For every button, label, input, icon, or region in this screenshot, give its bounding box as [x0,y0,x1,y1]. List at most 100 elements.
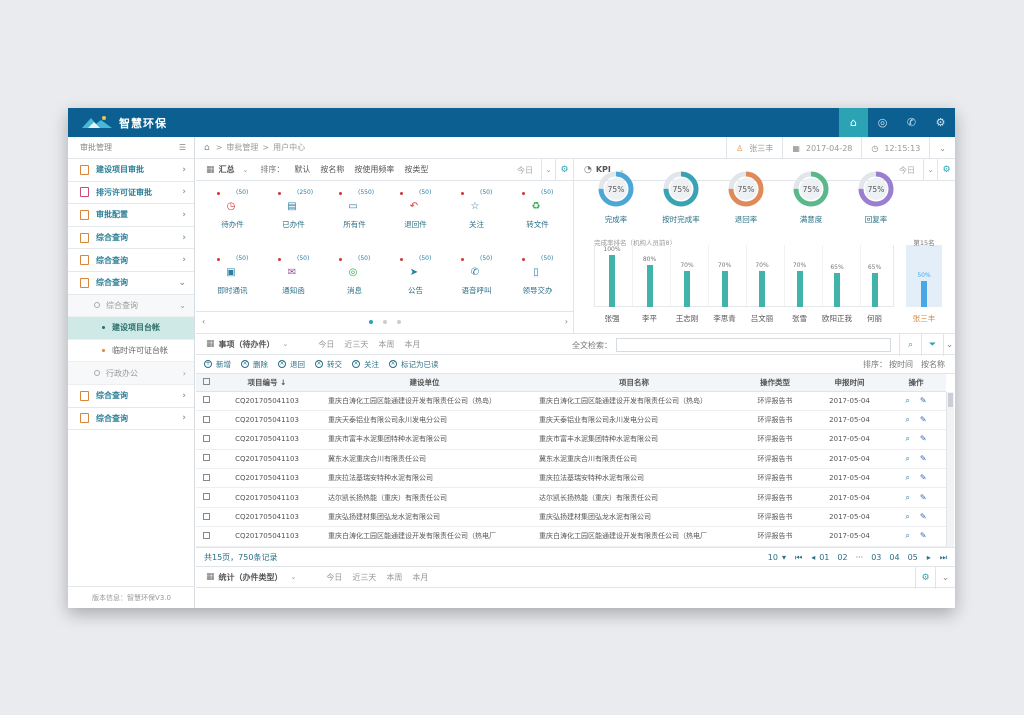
pager-dot[interactable] [369,319,373,324]
range-3days[interactable]: 近三天 [344,339,368,350]
page-size-select[interactable]: 10 [768,553,778,562]
filter-icon[interactable]: ⏷ [921,334,943,356]
bar[interactable] [871,273,878,307]
summary-tile[interactable]: (50) ▣ 即时通讯 [202,247,263,305]
next-page-icon[interactable]: ▸ [927,553,931,562]
bar[interactable] [834,273,840,307]
page-number[interactable]: 03 [871,553,881,562]
summary-tile[interactable]: (50) ◎ 消息 [324,247,385,305]
table-scrollbar[interactable] [946,392,954,547]
home-icon[interactable]: ⌂ [204,143,210,153]
sidebar-subgroup-office[interactable]: 行政办公 › [68,362,194,385]
range-today[interactable]: 今日 [318,339,334,350]
bar[interactable] [609,255,615,307]
user-info[interactable]: ♙ 张三丰 [726,137,782,159]
table-row[interactable]: CQ201705041103 冀东水泥重庆合川有限责任公司 冀东水泥重庆合川有限责任… [196,449,946,470]
sidebar-item-project-approval[interactable]: 建设项目审批 › [68,159,194,182]
edit-icon[interactable]: ✎ [920,415,927,424]
transfer-button[interactable]: × 转交 [315,359,342,370]
chevron-down-icon[interactable]: ⌄ [935,567,955,589]
sidebar-item-query-2[interactable]: 综合查询 › [68,249,194,272]
range-today[interactable]: 今日 [326,572,342,583]
scrollbar-thumb[interactable] [948,393,953,407]
page-number[interactable]: 05 [908,553,918,562]
bar[interactable] [684,270,690,307]
chevron-right-icon[interactable]: › [565,317,568,326]
table-row[interactable]: CQ201705041103 重庆弘扬建材集团弘龙水泥有限公司 重庆弘扬建材集团弘龙… [196,507,946,528]
sidebar-leaf-project-ledger[interactable]: 建设项目台帐 [68,317,194,340]
range-select[interactable]: 今日 [509,165,541,176]
sidebar-item-query-1[interactable]: 综合查询 › [68,227,194,250]
home-icon[interactable]: ⌂ [839,108,868,137]
table-row[interactable]: CQ201705041103 重庆拉法基瑞安特种水泥有限公司 重庆拉法基瑞安特种水泥… [196,468,946,489]
sort-by-type[interactable]: 按类型 [404,164,428,175]
range-3days[interactable]: 近三天 [352,572,376,583]
search-icon[interactable]: ⌕ [905,454,909,463]
chevron-down-icon[interactable]: ⌄ [929,137,955,159]
page-number[interactable]: 04 [889,553,899,562]
select-all-checkbox[interactable] [196,374,216,392]
search-icon[interactable]: ⌕ [905,396,909,405]
edit-icon[interactable]: ✎ [920,396,927,405]
summary-tile[interactable]: (50) ✉ 通知函 [263,247,324,305]
chevron-down-icon[interactable]: ⌄ [283,340,289,348]
compass-icon[interactable]: ◎ [868,108,897,137]
row-checkbox[interactable] [196,487,216,508]
summary-tile[interactable]: (50) ✆ 语音呼叫 [446,247,507,305]
row-checkbox[interactable] [196,410,216,431]
sidebar-item-query-4[interactable]: 综合查询 › [68,385,194,408]
prev-page-icon[interactable]: ◂ [811,553,815,562]
summary-tile[interactable]: (50) ↶ 退回件 [385,181,446,239]
bar[interactable] [759,270,765,307]
row-checkbox[interactable] [196,449,216,470]
phone-icon[interactable]: ✆ [897,108,926,137]
chevron-down-icon[interactable]: ⌄ [923,159,937,181]
breadcrumb-level2[interactable]: 用户中心 [273,142,305,153]
row-checkbox[interactable] [196,507,216,528]
return-button[interactable]: × 退回 [278,359,305,370]
search-input[interactable] [616,338,891,352]
bar[interactable] [796,270,803,307]
sort-by-name[interactable]: 按名称 [921,359,945,370]
sidebar-item-query-3[interactable]: 综合查询 ⌄ [68,272,194,295]
bar[interactable] [721,270,728,307]
follow-button[interactable]: × 关注 [352,359,379,370]
col-project-id[interactable]: 项目编号 ↓ [216,374,318,392]
sidebar-item-query-5[interactable]: 综合查询 › [68,408,194,431]
range-month[interactable]: 本月 [412,572,428,583]
edit-icon[interactable]: ✎ [920,473,927,482]
chevron-down-icon[interactable]: ⌄ [541,159,555,181]
row-checkbox[interactable] [196,429,216,450]
pager-dot[interactable] [383,319,387,324]
edit-icon[interactable]: ✎ [920,434,927,443]
page-number[interactable]: ··· [856,553,864,562]
bar[interactable] [646,265,653,307]
menu-icon[interactable]: ☰ [179,143,186,152]
search-icon[interactable]: ⌕ [905,531,909,540]
table-row[interactable]: CQ201705041103 重庆白涛化工园区能通建设开发有限责任公司（热岛） 重庆… [196,391,946,411]
summary-tile[interactable]: (550) ▭ 所有件 [324,181,385,239]
gear-icon[interactable]: ⚙ [915,567,935,589]
range-week[interactable]: 本周 [378,339,394,350]
edit-icon[interactable]: ✎ [920,493,927,502]
sidebar-leaf-temp-permit-ledger[interactable]: 临时许可证台帐 [68,340,194,363]
page-number[interactable]: 02 [837,553,847,562]
range-month[interactable]: 本月 [404,339,420,350]
summary-tile[interactable]: (250) ▤ 已办件 [263,181,324,239]
highlight-bar[interactable] [921,281,927,307]
sort-by-frequency[interactable]: 按使用频率 [354,164,394,175]
sort-by-time[interactable]: 按时间 [889,359,913,370]
sidebar-item-approval-config[interactable]: 审批配置 › [68,204,194,227]
gear-icon[interactable]: ⚙ [926,108,955,137]
delete-button[interactable]: × 删除 [241,359,268,370]
search-icon[interactable]: ⌕ [905,415,909,424]
chevron-down-icon[interactable]: ⌄ [943,334,955,356]
last-page-icon[interactable]: ⏭ [940,553,947,563]
row-checkbox[interactable] [196,526,216,547]
sort-default[interactable]: 默认 [294,164,310,175]
search-icon[interactable]: ⌕ [905,434,909,443]
sidebar-subgroup-query[interactable]: 综合查询 ⌄ [68,294,194,318]
add-button[interactable]: + 新增 [204,359,231,370]
summary-tile[interactable]: (50) ▯ 领导交办 [507,247,568,305]
chevron-down-icon[interactable]: ⌄ [291,573,297,581]
